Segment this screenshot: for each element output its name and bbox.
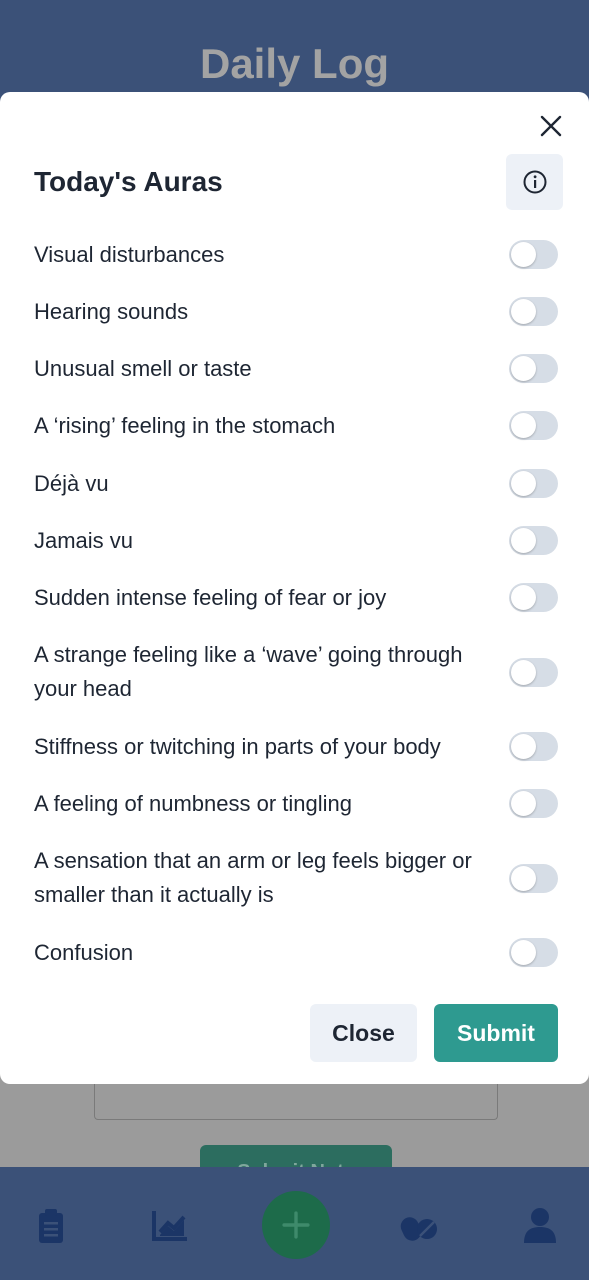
add-entry-button[interactable] [262, 1191, 330, 1259]
user-icon [524, 1208, 556, 1243]
plus-icon [282, 1211, 310, 1239]
modal-title: Today's Auras [34, 166, 223, 197]
aura-label: A ‘rising’ feeling in the stomach [34, 413, 336, 438]
aura-toggle[interactable] [509, 526, 558, 555]
aura-label: A sensation that an arm or leg feels big… [34, 848, 472, 907]
close-icon[interactable] [536, 111, 566, 141]
aura-toggle[interactable] [509, 354, 558, 383]
aura-label: Unusual smell or taste [34, 356, 252, 381]
clipboard-icon [39, 1209, 63, 1243]
aura-toggle[interactable] [509, 938, 558, 967]
aura-toggle[interactable] [509, 469, 558, 498]
aura-toggle[interactable] [509, 789, 558, 818]
aura-label: Stiffness or twitching in parts of your … [34, 734, 441, 759]
aura-toggle[interactable] [509, 583, 558, 612]
tab-log[interactable] [31, 1205, 71, 1245]
info-icon [523, 170, 546, 194]
aura-toggle[interactable] [509, 240, 558, 269]
aura-label: Visual disturbances [34, 242, 225, 267]
aura-label: A feeling of numbness or tingling [34, 791, 352, 816]
aura-label: Déjà vu [34, 471, 109, 496]
aura-toggle[interactable] [509, 732, 558, 761]
pills-icon [400, 1217, 437, 1241]
aura-label: Sudden intense feeling of fear or joy [34, 585, 387, 610]
aura-label: A strange feeling like a ‘wave’ going th… [34, 642, 463, 701]
close-button[interactable]: Close [310, 1004, 417, 1062]
submit-button[interactable]: Submit [434, 1004, 558, 1062]
aura-label: Confusion [34, 940, 134, 965]
aura-label: Jamais vu [34, 528, 134, 553]
aura-toggle[interactable] [509, 411, 558, 440]
aura-toggle[interactable] [509, 658, 558, 687]
tab-profile[interactable] [520, 1205, 560, 1245]
aura-toggle[interactable] [509, 297, 558, 326]
aura-label: Hearing sounds [34, 299, 189, 324]
chart-icon [152, 1211, 187, 1241]
info-button[interactable] [506, 154, 563, 210]
tab-medication[interactable] [400, 1205, 440, 1245]
aura-toggle[interactable] [509, 864, 558, 893]
page-title: Daily Log [199, 40, 390, 87]
tab-charts[interactable] [150, 1205, 190, 1245]
